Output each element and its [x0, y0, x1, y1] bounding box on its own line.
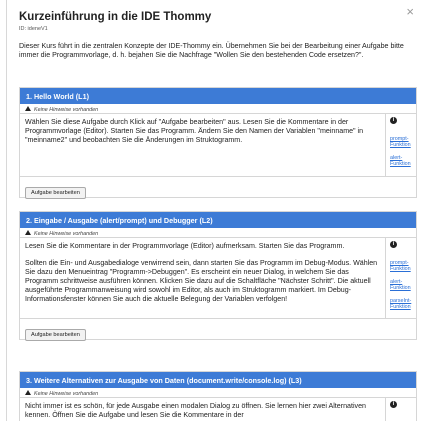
- section-title: 1. Hello World (L1): [20, 88, 416, 104]
- section-title: 3. Weitere Alternativen zur Ausgabe von …: [20, 372, 416, 388]
- section-paragraph: Lesen Sie die Kommentare in der Programm…: [25, 242, 345, 250]
- section-footer: Aufgabe bearbeiten: [20, 319, 416, 342]
- close-icon[interactable]: ×: [406, 5, 414, 18]
- warning-icon: [25, 390, 31, 395]
- info-icon: i: [390, 241, 397, 248]
- reference-links: i: [386, 398, 416, 421]
- hint-text: Keine Hinweise vorhanden: [34, 106, 99, 113]
- edit-task-button[interactable]: Aufgabe bearbeiten: [25, 186, 86, 199]
- reference-links: i prompt-Funktion alert-Funktion: [386, 114, 416, 176]
- alert-link[interactable]: alert-Funktion: [390, 279, 414, 292]
- section-body: Wählen Sie diese Aufgabe durch Klick auf…: [20, 114, 416, 177]
- hint-bar: Keine Hinweise vorhanden: [20, 388, 416, 398]
- task-section-1: 1. Hello World (L1) Keine Hinweise vorha…: [19, 87, 417, 199]
- prompt-link[interactable]: prompt-Funktion: [390, 136, 414, 149]
- hint-text: Keine Hinweise vorhanden: [34, 230, 99, 237]
- dialog-subtitle: ID: ideneV1: [19, 26, 48, 32]
- task-section-2: 2. Eingabe / Ausgabe (alert/prompt) und …: [19, 211, 417, 342]
- edit-task-button[interactable]: Aufgabe bearbeiten: [25, 329, 86, 342]
- course-dialog: × Kurzeinführung in die IDE Thommy ID: i…: [6, 0, 422, 421]
- section-paragraph: Sollten die Ein- und Ausgabedialoge verw…: [25, 258, 378, 303]
- alert-link[interactable]: alert-Funktion: [390, 155, 414, 168]
- dialog-title: Kurzeinführung in die IDE Thommy: [19, 11, 212, 23]
- section-footer: Aufgabe bearbeiten: [20, 177, 416, 199]
- section-text: Lesen Sie die Kommentare in der Programm…: [20, 238, 386, 319]
- hint-bar: Keine Hinweise vorhanden: [20, 228, 416, 238]
- section-paragraph: Nicht immer ist es schön, für jede Ausga…: [25, 402, 366, 419]
- hint-text: Keine Hinweise vorhanden: [34, 390, 99, 397]
- section-text: Nicht immer ist es schön, für jede Ausga…: [20, 398, 386, 421]
- intro-text: Dieser Kurs führt in die zentralen Konze…: [19, 42, 404, 59]
- section-body: Nicht immer ist es schön, für jede Ausga…: [20, 398, 416, 421]
- section-title: 2. Eingabe / Ausgabe (alert/prompt) und …: [20, 212, 416, 228]
- reference-links: i prompt-Funktion alert-Funktion parseIn…: [386, 238, 416, 318]
- section-paragraph: Wählen Sie diese Aufgabe durch Klick auf…: [25, 118, 364, 144]
- prompt-link[interactable]: prompt-Funktion: [390, 260, 414, 273]
- warning-icon: [25, 230, 31, 235]
- info-icon: i: [390, 401, 397, 408]
- parseint-link[interactable]: parseInt-Funktion: [390, 298, 414, 311]
- section-text: Wählen Sie diese Aufgabe durch Klick auf…: [20, 114, 386, 176]
- task-section-3: 3. Weitere Alternativen zur Ausgabe von …: [19, 371, 417, 421]
- hint-bar: Keine Hinweise vorhanden: [20, 104, 416, 114]
- section-body: Lesen Sie die Kommentare in der Programm…: [20, 238, 416, 320]
- info-icon: i: [390, 117, 397, 124]
- warning-icon: [25, 106, 31, 111]
